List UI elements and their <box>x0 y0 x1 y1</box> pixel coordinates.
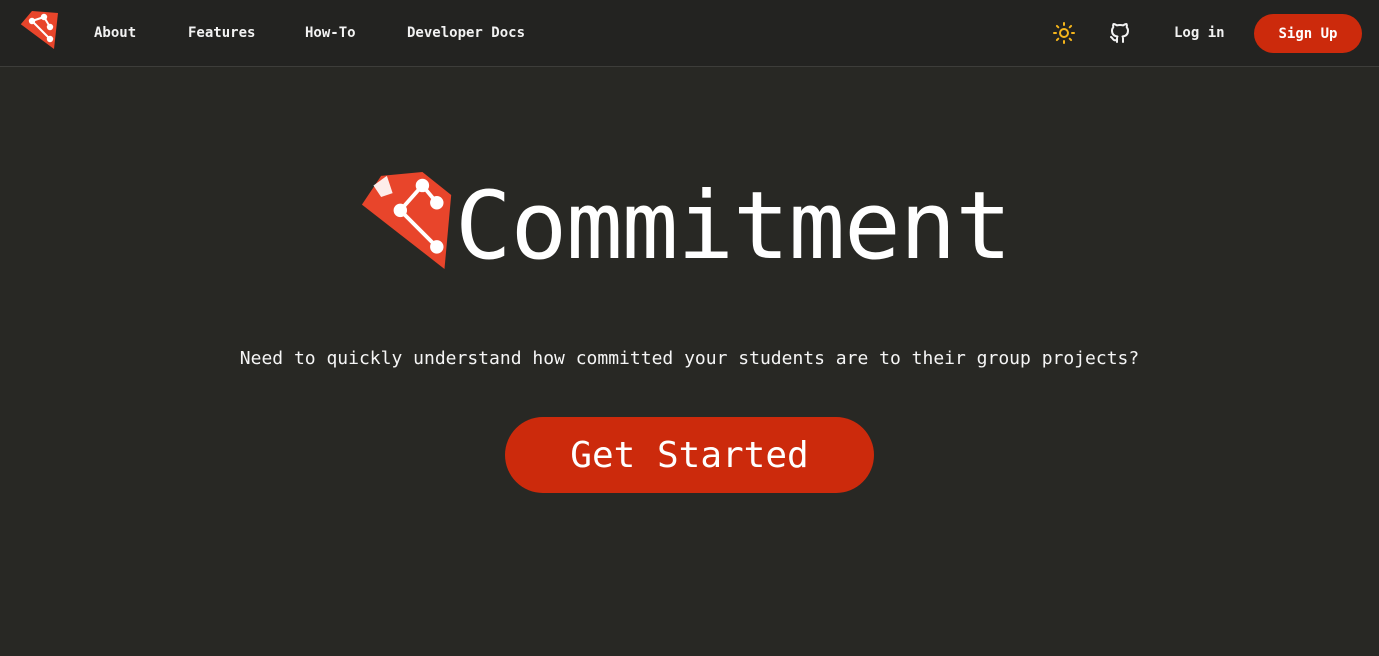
login-link[interactable]: Log in <box>1174 24 1225 42</box>
github-icon[interactable] <box>1108 21 1132 45</box>
get-started-button[interactable]: Get Started <box>505 417 874 493</box>
hero-title: Commitment <box>455 172 1012 281</box>
nav-link-howto[interactable]: How-To <box>305 24 356 42</box>
nav-link-developer-docs[interactable]: Developer Docs <box>407 24 525 42</box>
commitment-logo-icon[interactable] <box>20 9 60 49</box>
signup-button[interactable]: Sign Up <box>1254 14 1362 53</box>
top-navbar: About Features How-To Developer Docs Log… <box>0 0 1379 67</box>
sun-icon[interactable] <box>1052 21 1076 45</box>
commitment-logo-icon <box>361 172 452 269</box>
nav-link-features[interactable]: Features <box>188 24 255 42</box>
hero-tagline: Need to quickly understand how committed… <box>239 348 1140 369</box>
nav-link-about[interactable]: About <box>94 24 136 42</box>
